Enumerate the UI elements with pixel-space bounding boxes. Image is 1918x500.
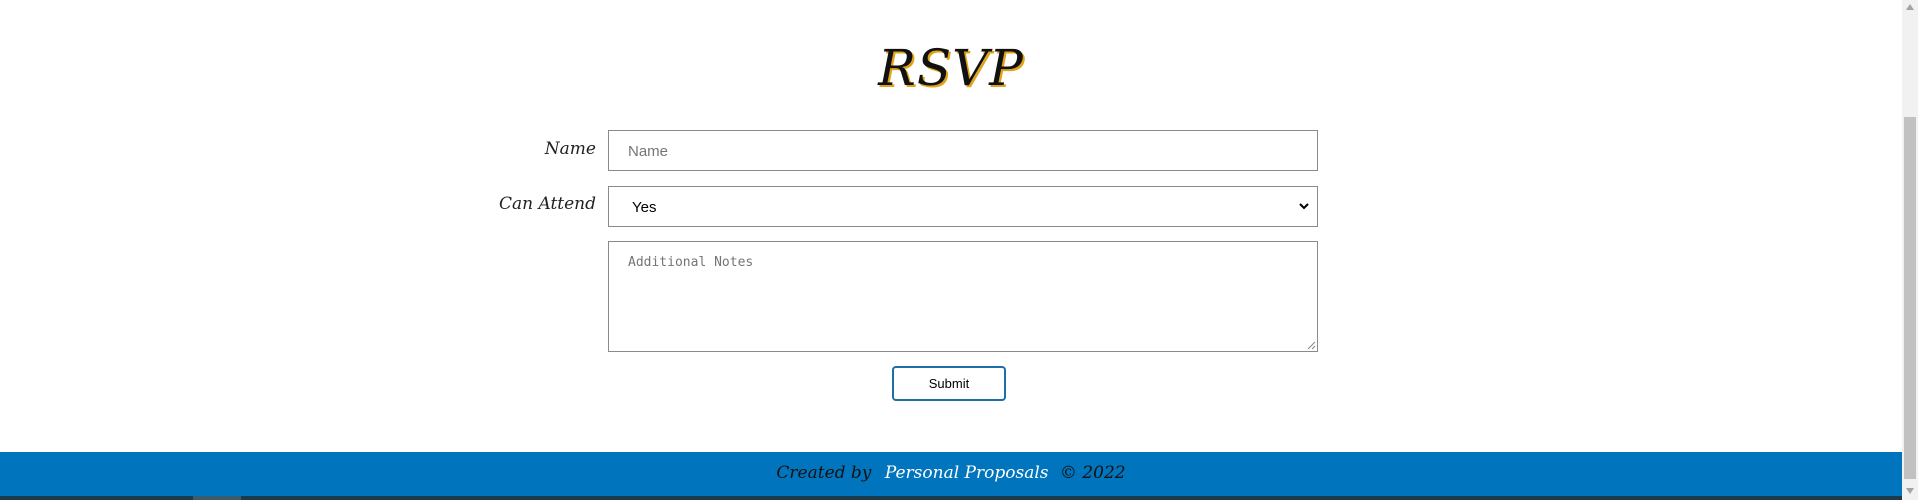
can-attend-label: Can Attend <box>498 194 596 214</box>
can-attend-value: Yes <box>632 199 657 216</box>
footer-credit: Created by Personal Proposals © 2022 <box>0 463 1902 483</box>
vertical-scrollbar[interactable] <box>1902 0 1918 500</box>
taskbar-strip <box>0 496 1902 500</box>
additional-notes-textarea[interactable]: Additional Notes <box>608 241 1318 352</box>
chevron-down-icon <box>1299 203 1309 210</box>
can-attend-select[interactable]: Yes <box>608 186 1318 227</box>
notes-placeholder: Additional Notes <box>628 255 754 270</box>
submit-button[interactable]: Submit <box>892 366 1006 401</box>
footer: Created by Personal Proposals © 2022 <box>0 452 1902 496</box>
footer-created-by: Created by <box>776 463 872 483</box>
page-title: RSVP <box>878 39 1024 97</box>
footer-copyright: © 2022 <box>1059 463 1126 483</box>
name-placeholder: Name <box>628 143 669 160</box>
rsvp-section: RSVP Name Name Can Attend Yes Additional… <box>0 0 1902 452</box>
scrollbar-thumb[interactable] <box>1904 117 1916 479</box>
name-label: Name <box>544 139 596 159</box>
name-input[interactable]: Name <box>608 130 1318 171</box>
footer-brand-link[interactable]: Personal Proposals <box>885 463 1049 483</box>
page: RSVP Name Name Can Attend Yes Additional… <box>0 0 1918 500</box>
scroll-up-arrow-icon[interactable] <box>1906 4 1914 10</box>
taskbar-segment <box>193 496 241 500</box>
resize-grip-icon[interactable] <box>1307 341 1316 350</box>
scroll-down-arrow-icon[interactable] <box>1906 488 1914 494</box>
